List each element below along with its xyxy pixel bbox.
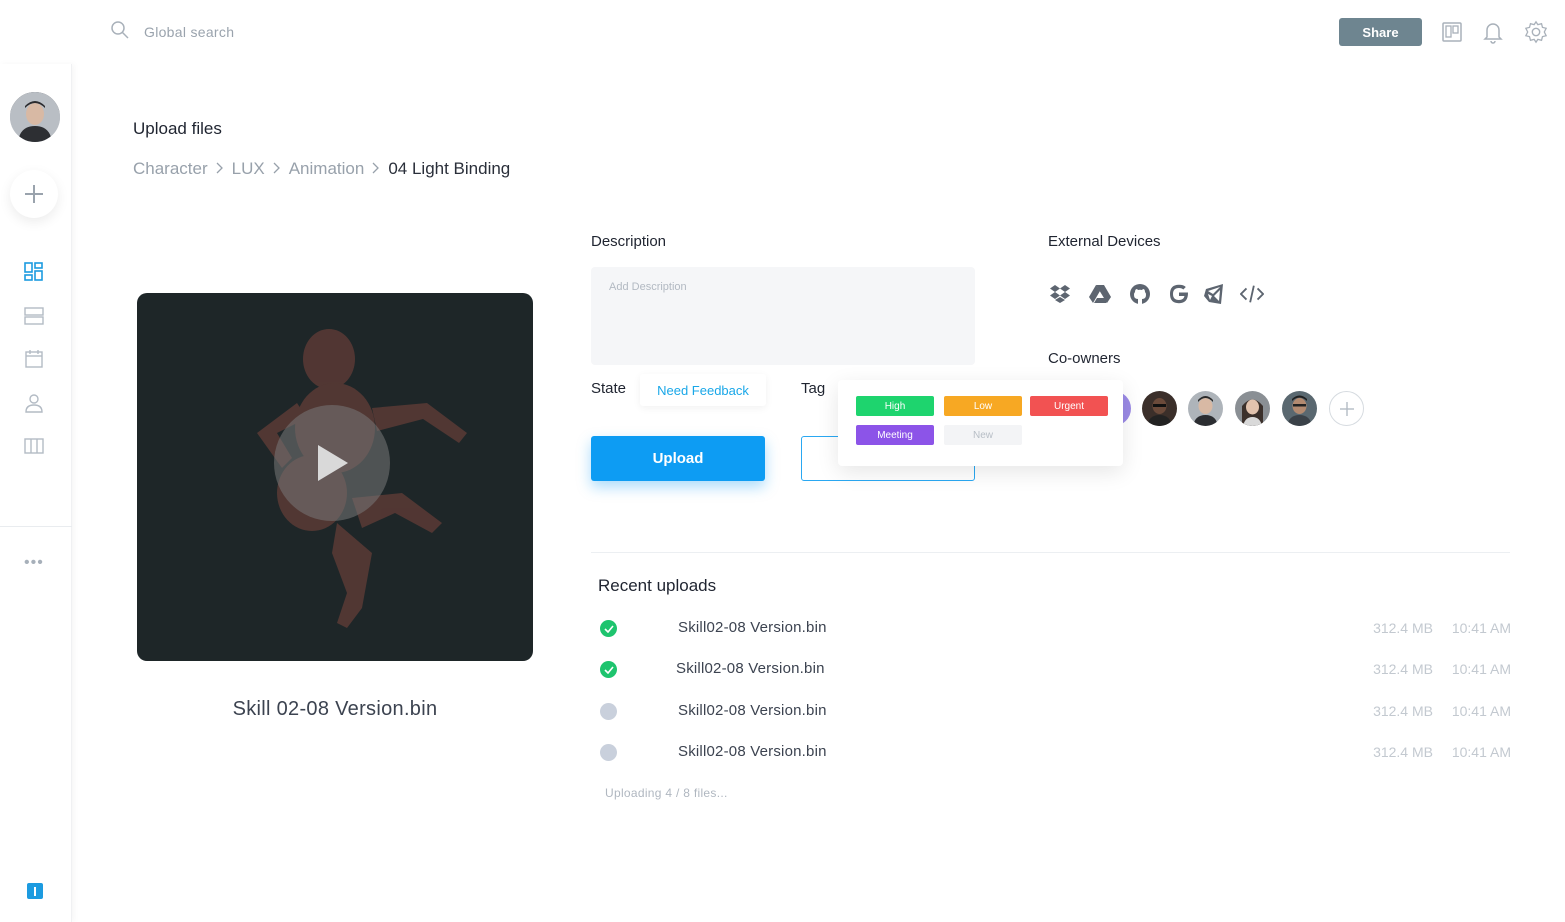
coowner-avatar[interactable]	[1188, 391, 1223, 426]
search-input[interactable]: Global search	[144, 24, 234, 40]
chevron-right-icon	[372, 161, 380, 178]
description-input[interactable]	[591, 267, 975, 365]
tag-urgent[interactable]: Urgent	[1030, 396, 1108, 416]
chevron-right-icon	[216, 161, 224, 178]
chevron-right-icon	[273, 161, 281, 178]
file-size: 312.4 MB	[1373, 744, 1433, 760]
upload-row[interactable]: Skill02-08 Version.bin 312.4 MB 10:41 AM	[598, 700, 1511, 724]
state-select[interactable]: Need Feedback	[640, 374, 766, 406]
coowners-title: Co-owners	[1048, 350, 1121, 367]
breadcrumb: Character LUX Animation 04 Light Binding	[133, 159, 510, 179]
file-time: 10:41 AM	[1451, 744, 1511, 760]
share-button[interactable]: Share	[1339, 18, 1422, 46]
breadcrumb-item[interactable]: Character	[133, 159, 208, 179]
sidebar: •••	[0, 64, 72, 922]
code-icon[interactable]	[1240, 282, 1264, 306]
upload-row[interactable]: Skill02-08 Version.bin 312.4 MB 10:41 AM	[598, 658, 1511, 682]
app-logo[interactable]	[27, 883, 43, 899]
search-icon	[110, 20, 130, 45]
file-time: 10:41 AM	[1451, 661, 1511, 677]
global-search[interactable]: Global search	[110, 20, 234, 44]
list-icon[interactable]	[22, 304, 46, 328]
upload-progress-text: Uploading 4 / 8 files...	[605, 786, 728, 800]
bell-icon[interactable]	[1481, 20, 1505, 44]
pending-icon	[600, 703, 617, 720]
section-divider	[591, 552, 1510, 553]
play-icon	[318, 445, 348, 481]
breadcrumb-item[interactable]: LUX	[232, 159, 265, 179]
video-preview[interactable]	[137, 293, 533, 661]
file-size: 312.4 MB	[1373, 661, 1433, 677]
coowner-avatar[interactable]	[1142, 391, 1177, 426]
dashboard-icon[interactable]	[22, 260, 46, 284]
file-name: Skill02-08 Version.bin	[678, 702, 827, 719]
file-time: 10:41 AM	[1451, 620, 1511, 636]
check-icon	[600, 620, 617, 637]
file-name: Skill02-08 Version.bin	[678, 743, 827, 760]
board-icon[interactable]	[1440, 20, 1464, 44]
gear-icon[interactable]	[1524, 20, 1548, 44]
github-icon[interactable]	[1128, 282, 1152, 306]
add-coowner-button[interactable]	[1329, 391, 1364, 426]
user-icon[interactable]	[22, 391, 46, 415]
unity-icon[interactable]	[1202, 282, 1226, 306]
recent-uploads-title: Recent uploads	[598, 576, 717, 595]
more-icon[interactable]: •••	[24, 554, 44, 572]
file-name: Skill02-08 Version.bin	[678, 619, 827, 636]
breadcrumb-current: 04 Light Binding	[388, 159, 511, 178]
dropbox-icon[interactable]	[1048, 282, 1072, 306]
page-title: Upload files	[133, 119, 222, 138]
tag-high[interactable]: High	[856, 396, 934, 416]
calendar-icon[interactable]	[22, 347, 46, 371]
upload-button[interactable]: Upload	[591, 436, 765, 481]
tag-label: Tag	[801, 380, 826, 397]
coowner-avatar[interactable]	[1235, 391, 1270, 426]
play-button[interactable]	[274, 405, 390, 521]
tag-new[interactable]: New	[944, 425, 1022, 445]
google-icon[interactable]	[1167, 282, 1191, 306]
tag-dropdown: High Low Urgent Meeting New	[838, 380, 1123, 466]
external-devices-title: External Devices	[1048, 233, 1161, 250]
file-size: 312.4 MB	[1373, 620, 1433, 636]
file-size: 312.4 MB	[1373, 703, 1433, 719]
tag-meeting[interactable]: Meeting	[856, 425, 934, 445]
user-avatar[interactable]	[10, 92, 60, 142]
state-label: State	[591, 380, 627, 397]
tag-low[interactable]: Low	[944, 396, 1022, 416]
check-icon	[600, 661, 617, 678]
top-bar: Global search Share	[0, 0, 1565, 64]
columns-icon[interactable]	[22, 434, 46, 458]
upload-row[interactable]: Skill02-08 Version.bin 312.4 MB 10:41 AM	[598, 617, 1511, 641]
plus-icon	[1339, 401, 1354, 416]
google-drive-icon[interactable]	[1088, 282, 1112, 306]
file-name: Skill02-08 Version.bin	[676, 660, 825, 677]
video-caption: Skill 02-08 Version.bin	[232, 698, 438, 720]
sidebar-divider	[0, 526, 72, 527]
upload-row[interactable]: Skill02-08 Version.bin 312.4 MB 10:41 AM	[598, 741, 1511, 765]
add-button[interactable]	[10, 170, 58, 218]
pending-icon	[600, 744, 617, 761]
breadcrumb-item[interactable]: Animation	[289, 159, 365, 179]
coowner-avatar[interactable]	[1282, 391, 1317, 426]
description-label: Description	[591, 233, 667, 250]
file-time: 10:41 AM	[1451, 703, 1511, 719]
